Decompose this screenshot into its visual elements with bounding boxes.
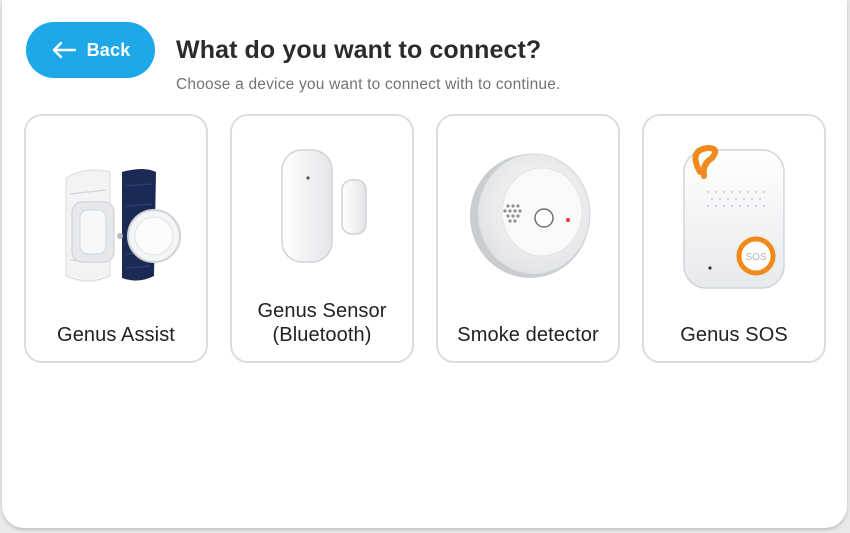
page-title: What do you want to connect? xyxy=(176,36,542,64)
arrow-left-icon xyxy=(52,41,76,59)
device-card-smoke-detector[interactable]: Smoke detector xyxy=(436,114,620,363)
page-subtitle: Choose a device you want to connect with… xyxy=(176,76,561,93)
device-card-genus-sensor[interactable]: Genus Sensor (Bluetooth) xyxy=(230,114,414,363)
device-card-genus-sos[interactable]: SOS Genus SOS xyxy=(642,114,826,363)
device-card-label: Genus SOS xyxy=(680,324,788,346)
device-card-label: Genus Sensor (Bluetooth) xyxy=(257,300,387,346)
device-card-genus-assist[interactable]: Genus Assist xyxy=(24,114,208,363)
wristband-icon xyxy=(65,169,181,282)
svg-text:SOS: SOS xyxy=(745,252,766,263)
device-picker-panel: Back What do you want to connect? Choose… xyxy=(2,0,847,528)
door-sensor-icon xyxy=(281,149,367,263)
smoke-detector-icon xyxy=(470,153,591,278)
device-card-label: Genus Assist xyxy=(57,324,175,346)
device-card-label: Smoke detector xyxy=(457,324,599,346)
back-button[interactable]: Back xyxy=(26,22,155,78)
sos-pendant-icon: SOS xyxy=(683,144,785,289)
back-button-label: Back xyxy=(86,39,131,60)
